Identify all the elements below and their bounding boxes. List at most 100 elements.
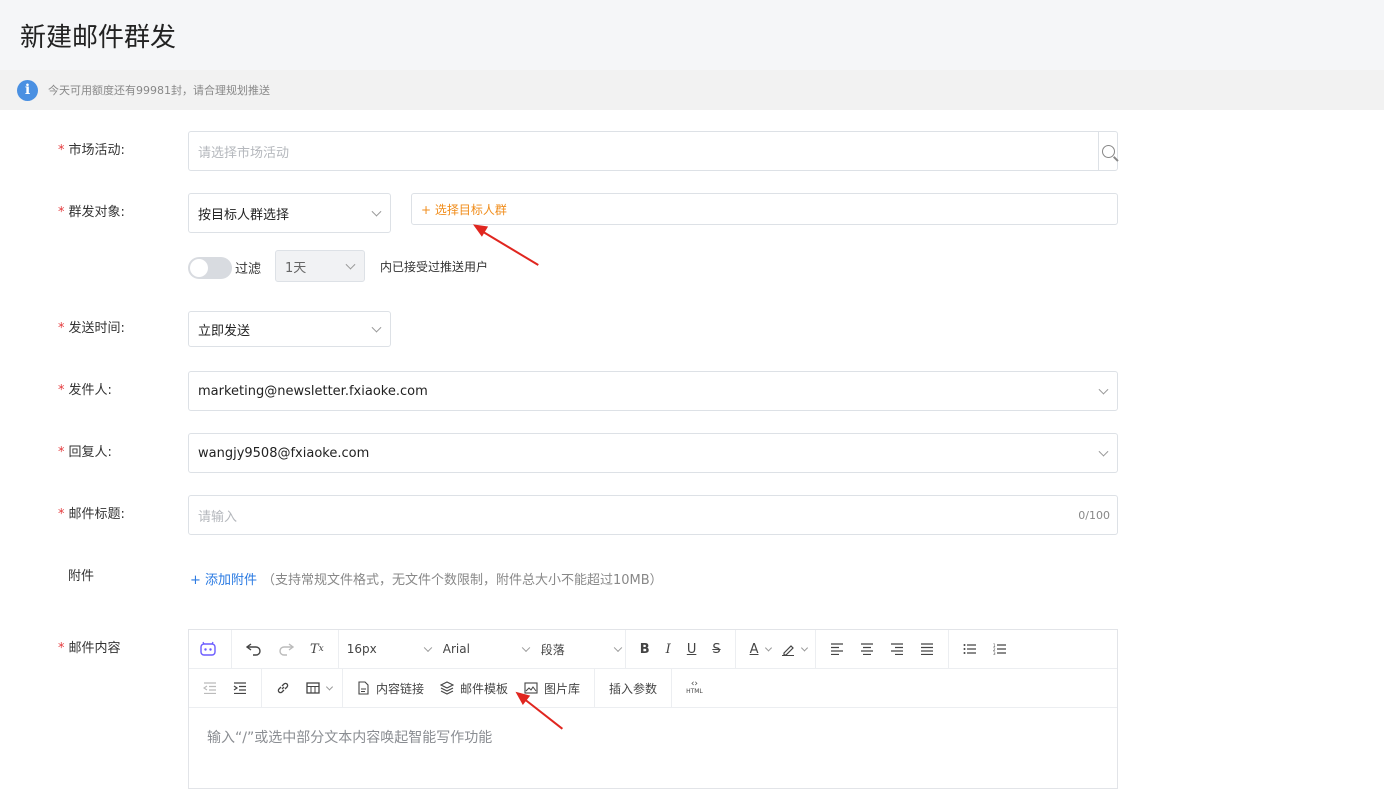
target-group-box[interactable]: + 选择目标人群 [411, 193, 1118, 225]
chevron-down-icon [764, 644, 772, 652]
reply-to-label: * 回复人: [58, 445, 112, 460]
chevron-down-icon [613, 643, 622, 653]
sender-label: * 发件人: [58, 383, 112, 398]
chevron-down-icon [423, 643, 432, 653]
code-icon: ‹› [690, 679, 699, 689]
layers-icon [440, 681, 455, 695]
color-group: A [736, 630, 816, 668]
ai-assistant-icon[interactable] [199, 641, 217, 657]
chevron-down-icon [521, 643, 530, 653]
font-family-select[interactable]: Arial [435, 642, 533, 656]
chevron-down-icon [800, 644, 808, 652]
subject-input[interactable]: 请输入 0/100 [188, 495, 1118, 535]
toggle-knob [190, 259, 208, 277]
reply-to-select[interactable]: wangjy9508@fxiaoke.com [188, 433, 1118, 473]
subject-placeholder: 请输入 [198, 509, 238, 525]
quota-notice-text: 今天可用额度还有99981封，请合理规划推送 [48, 84, 270, 97]
chevron-down-icon [371, 206, 382, 217]
align-center-icon[interactable] [852, 643, 882, 655]
bold-icon[interactable]: B [632, 642, 658, 657]
block-format-select[interactable]: 段落 [533, 641, 625, 658]
underline-icon[interactable]: U [679, 642, 705, 657]
filter-suffix: 内已接受过推送用户 [380, 260, 489, 274]
insert-group [262, 669, 343, 707]
indent-group [189, 669, 262, 707]
subject-char-counter: 0/100 [1078, 508, 1110, 522]
mail-template-button[interactable]: 邮件模板 [432, 680, 516, 697]
align-group [816, 630, 949, 668]
reply-to-value: wangjy9508@fxiaoke.com [198, 445, 370, 461]
insert-param-button[interactable]: 插入参数 [601, 680, 665, 697]
content-label: * 邮件内容 [58, 641, 121, 656]
html-group: ‹› HTML [672, 669, 717, 707]
undo-icon[interactable] [238, 642, 270, 656]
attachment-hint: （支持常规文件格式，无文件个数限制，附件总大小不能超过10MB） [262, 573, 663, 588]
html-source-label: HTML [686, 688, 703, 695]
align-justify-icon[interactable] [912, 643, 942, 655]
filter-toggle[interactable] [188, 257, 232, 279]
rich-text-editor[interactable]: Tx 16px Arial 段落 B I U S A 12 3 内容链接 邮件模… [188, 629, 1118, 789]
sender-select[interactable]: marketing@newsletter.fxiaoke.com [188, 371, 1118, 411]
highlight-icon[interactable] [773, 642, 809, 656]
content-link-label: 内容链接 [376, 681, 425, 696]
outdent-icon[interactable] [195, 682, 225, 694]
info-icon: i [17, 79, 38, 101]
link-icon[interactable] [268, 681, 298, 695]
search-icon [1101, 144, 1115, 158]
audience-select[interactable]: 按目标人群选择 [188, 193, 391, 233]
editor-toolbar-row-1: Tx 16px Arial 段落 B I U S A 12 3 [189, 630, 1117, 669]
sender-value: marketing@newsletter.fxiaoke.com [198, 383, 428, 399]
ai-group [189, 630, 232, 668]
numbered-list-icon[interactable]: 123 [985, 643, 1015, 655]
chevron-down-icon [1098, 446, 1109, 457]
filter-period-select[interactable]: 1天 [275, 250, 365, 282]
attachment-label: 附件 [68, 569, 95, 584]
send-time-value: 立即发送 [198, 323, 251, 339]
chevron-down-icon [325, 683, 334, 691]
param-group: 插入参数 [595, 669, 673, 707]
audience-label: * 群发对象: [58, 205, 125, 220]
indent-icon[interactable] [225, 682, 255, 694]
editor-toolbar-row-2: 内容链接 邮件模板 图片库 插入参数 ‹› HTML [189, 669, 1117, 708]
asset-group: 内容链接 邮件模板 图片库 [343, 669, 596, 707]
redo-icon[interactable] [270, 642, 302, 656]
page-title: 新建邮件群发 [20, 22, 177, 53]
table-icon[interactable] [298, 682, 336, 694]
text-style-group: B I U S [626, 630, 736, 668]
block-format-value: 段落 [540, 642, 565, 657]
subject-label: * 邮件标题: [58, 507, 125, 522]
strikethrough-icon[interactable]: S [704, 642, 728, 657]
campaign-placeholder: 请选择市场活动 [198, 145, 290, 161]
italic-icon[interactable]: I [658, 642, 679, 657]
font-size-select[interactable]: 16px [339, 642, 435, 656]
font-family-value: Arial [442, 642, 470, 656]
campaign-label: * 市场活动: [58, 143, 125, 158]
font-size-value: 16px [346, 642, 377, 656]
filter-period-value: 1天 [285, 260, 307, 276]
add-attachment-link[interactable]: + 添加附件 [190, 569, 257, 588]
mail-template-label: 邮件模板 [460, 681, 509, 696]
bullet-list-icon[interactable] [955, 643, 985, 655]
html-source-button[interactable]: ‹› HTML [678, 679, 711, 696]
font-color-icon[interactable]: A [742, 642, 773, 657]
content-link-button[interactable]: 内容链接 [349, 680, 432, 697]
image-library-label: 图片库 [544, 681, 581, 696]
send-time-label: * 发送时间: [58, 321, 125, 336]
chevron-down-icon [1098, 384, 1109, 395]
align-left-icon[interactable] [822, 643, 852, 655]
font-group: 16px Arial 段落 [339, 630, 626, 668]
align-right-icon[interactable] [882, 643, 912, 655]
list-group: 123 [949, 630, 1021, 668]
filter-label: 过滤 [235, 262, 262, 277]
document-link-icon [358, 681, 369, 695]
quota-notice: i 今天可用额度还有99981封，请合理规划推送 [0, 70, 1384, 110]
select-target-group-link[interactable]: + 选择目标人群 [421, 201, 507, 218]
search-button[interactable] [1098, 132, 1117, 170]
history-group: Tx [232, 630, 339, 668]
send-time-select[interactable]: 立即发送 [188, 311, 391, 347]
svg-text:3: 3 [993, 651, 996, 655]
campaign-input[interactable]: 请选择市场活动 [188, 131, 1118, 171]
chevron-down-icon [345, 259, 356, 270]
chevron-down-icon [371, 322, 382, 333]
clear-format-icon[interactable]: Tx [302, 642, 332, 657]
